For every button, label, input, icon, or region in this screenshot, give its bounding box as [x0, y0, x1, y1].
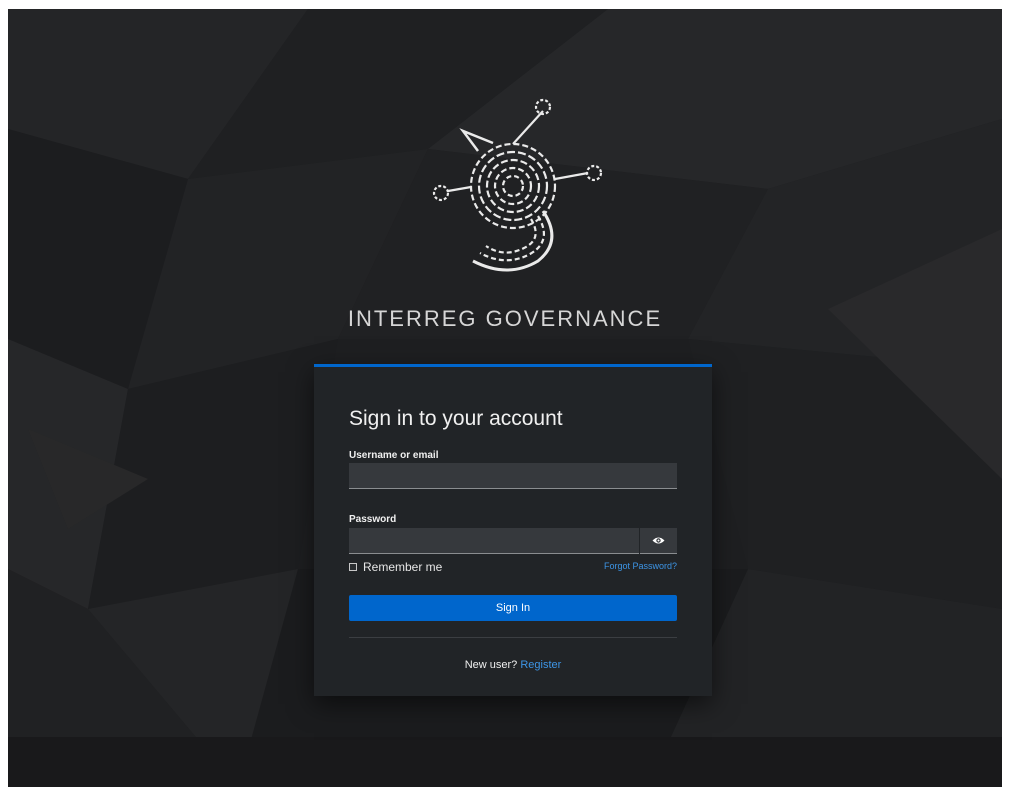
password-field: [349, 528, 677, 554]
login-page: INTERREG GOVERNANCE Sign in to your acco…: [8, 9, 1002, 787]
username-input[interactable]: [349, 463, 677, 489]
remember-me-label: Remember me: [363, 560, 443, 574]
register-row: New user? Register: [314, 659, 712, 671]
forgot-password-link[interactable]: Forgot Password?: [604, 561, 677, 571]
password-label: Password: [349, 514, 397, 525]
sign-in-button[interactable]: Sign In: [349, 595, 677, 621]
login-card: Sign in to your account Username or emai…: [314, 364, 712, 696]
new-user-text: New user?: [464, 659, 521, 671]
brand-name: INTERREG GOVERNANCE: [347, 306, 663, 331]
logo-icon: [432, 98, 603, 272]
divider: [349, 637, 677, 638]
page-title: Sign in to your account: [349, 407, 563, 430]
remember-me-checkbox[interactable]: [349, 563, 357, 571]
eye-icon: [652, 537, 665, 544]
password-input[interactable]: [349, 528, 639, 554]
username-label: Username or email: [349, 450, 439, 461]
remember-me-option[interactable]: Remember me: [349, 560, 442, 574]
register-link[interactable]: Register: [520, 659, 561, 671]
show-password-button[interactable]: [640, 528, 677, 554]
